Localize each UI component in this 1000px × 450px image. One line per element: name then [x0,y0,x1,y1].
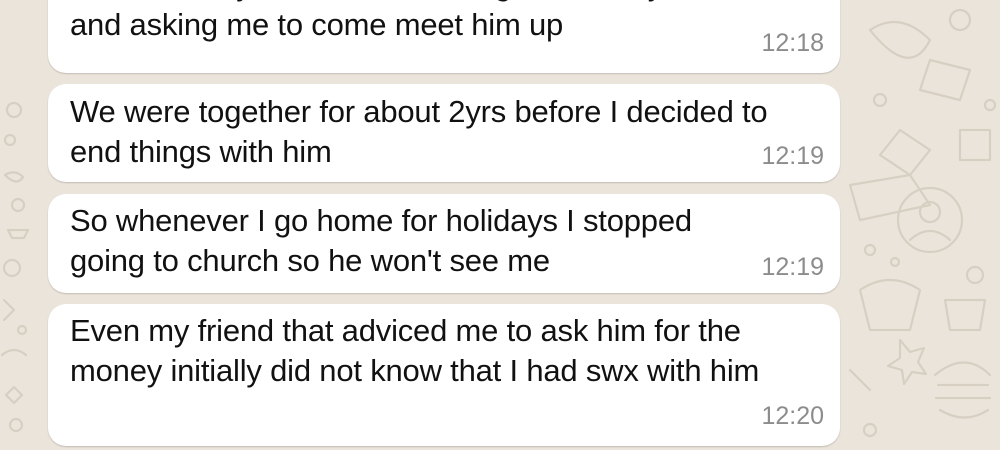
message-text: We were together for about 2yrs before I… [70,94,768,169]
message-bubble[interactable]: Even my friend that adviced me to ask hi… [48,304,840,446]
message-bubble[interactable]: After that day he started sending me mon… [48,0,840,73]
message-timestamp: 12:19 [761,253,824,281]
message-timestamp: 12:20 [761,402,824,430]
message-timestamp: 12:18 [761,29,824,57]
message-text: So whenever I go home for holidays I sto… [70,203,692,278]
message-timestamp: 12:19 [761,142,824,170]
chat-message-list[interactable]: After that day he started sending me mon… [0,0,1000,450]
message-text: Even my friend that adviced me to ask hi… [70,313,760,388]
message-text: After that day he started sending me mon… [70,0,748,42]
message-bubble[interactable]: So whenever I go home for holidays I sto… [48,194,840,293]
message-bubble[interactable]: We were together for about 2yrs before I… [48,84,840,182]
